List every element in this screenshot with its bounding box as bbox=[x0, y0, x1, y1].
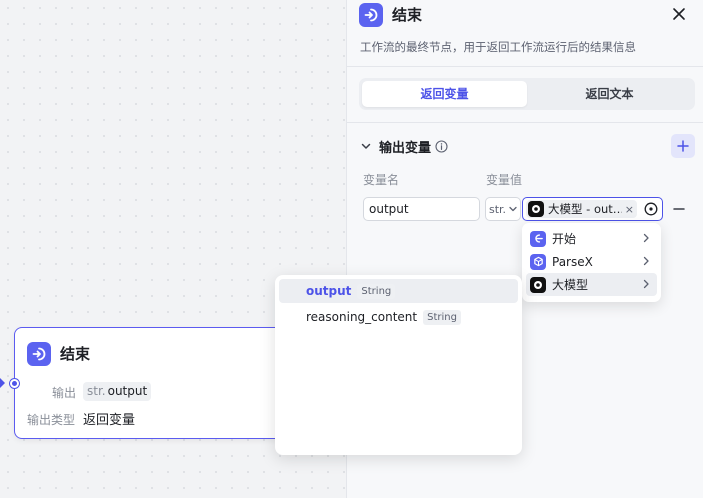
node-title: 结束 bbox=[60, 345, 91, 363]
chevron-right-icon bbox=[643, 256, 649, 266]
field-type-badge: String bbox=[423, 309, 461, 325]
llm-icon bbox=[530, 276, 546, 293]
chevron-right-icon bbox=[643, 233, 649, 243]
field-item-output[interactable]: output String bbox=[279, 279, 518, 303]
variable-type-select[interactable]: str. bbox=[485, 197, 521, 221]
start-icon bbox=[530, 230, 546, 247]
panel-divider bbox=[347, 66, 703, 67]
plus-icon bbox=[677, 140, 689, 152]
panel-title: 结束 bbox=[392, 6, 423, 24]
variable-type-value: str. bbox=[489, 202, 507, 216]
source-item-label: ParseX bbox=[552, 254, 593, 269]
field-name: output bbox=[306, 284, 352, 298]
section-title: 输出变量 bbox=[379, 140, 432, 156]
source-item-label: 开始 bbox=[552, 232, 577, 246]
add-variable-button[interactable] bbox=[671, 134, 695, 158]
reference-tag-close-icon[interactable]: × bbox=[625, 203, 634, 216]
node-type-value: 返回变量 bbox=[83, 413, 136, 428]
source-item-start[interactable]: 开始 bbox=[526, 227, 657, 250]
llm-icon bbox=[528, 201, 544, 217]
source-node-menu: 开始 ParseX 大模型 bbox=[522, 223, 661, 302]
field-type-badge: String bbox=[357, 283, 396, 299]
node-input-port[interactable] bbox=[10, 379, 19, 388]
node-output-type: str. bbox=[87, 384, 106, 398]
info-icon[interactable] bbox=[435, 139, 448, 153]
output-field-menu: output String reasoning_content String bbox=[275, 275, 522, 455]
tab-return-text[interactable]: 返回文本 bbox=[527, 81, 692, 107]
chevron-right-icon bbox=[643, 279, 649, 289]
reference-tag[interactable]: 大模型 - out… × bbox=[526, 200, 637, 218]
source-item-label: 大模型 bbox=[552, 278, 589, 292]
tabs-divider bbox=[347, 122, 703, 123]
variable-reference-field[interactable]: 大模型 - out… × bbox=[522, 197, 663, 221]
panel-description: 工作流的最终节点，用于返回工作流运行后的结果信息 bbox=[360, 40, 636, 54]
return-mode-tabs: 返回变量 返回文本 bbox=[359, 78, 695, 110]
node-output-label: 输出 bbox=[51, 386, 76, 400]
minus-icon[interactable] bbox=[671, 201, 687, 217]
close-icon[interactable] bbox=[669, 4, 689, 24]
node-output-value: str. output bbox=[83, 382, 152, 401]
target-icon[interactable] bbox=[644, 202, 658, 216]
column-variable-name: 变量名 bbox=[363, 173, 400, 187]
end-node[interactable]: 结束 输出 str. output 输出类型 返回变量 bbox=[10, 327, 304, 439]
panel-node-icon bbox=[359, 3, 383, 27]
reference-tag-label: 大模型 - out… bbox=[548, 202, 622, 216]
source-item-parsex[interactable]: ParseX bbox=[526, 250, 657, 273]
parsex-icon bbox=[530, 253, 546, 270]
chevron-down-icon[interactable] bbox=[359, 139, 373, 153]
output-variables-header: 输出变量 bbox=[359, 136, 448, 156]
column-variable-value: 变量值 bbox=[486, 173, 523, 187]
node-type-label: 输出类型 bbox=[27, 413, 76, 427]
end-node-icon bbox=[27, 342, 51, 366]
source-item-llm[interactable]: 大模型 bbox=[526, 273, 657, 296]
field-item-reasoning-content[interactable]: reasoning_content String bbox=[279, 305, 518, 329]
tab-return-variable[interactable]: 返回变量 bbox=[362, 81, 527, 107]
node-output-name: output bbox=[107, 384, 148, 398]
edge-arrow bbox=[0, 378, 5, 388]
variable-name-input[interactable] bbox=[363, 197, 480, 221]
field-name: reasoning_content bbox=[306, 310, 418, 324]
chevron-down-icon bbox=[509, 206, 517, 212]
